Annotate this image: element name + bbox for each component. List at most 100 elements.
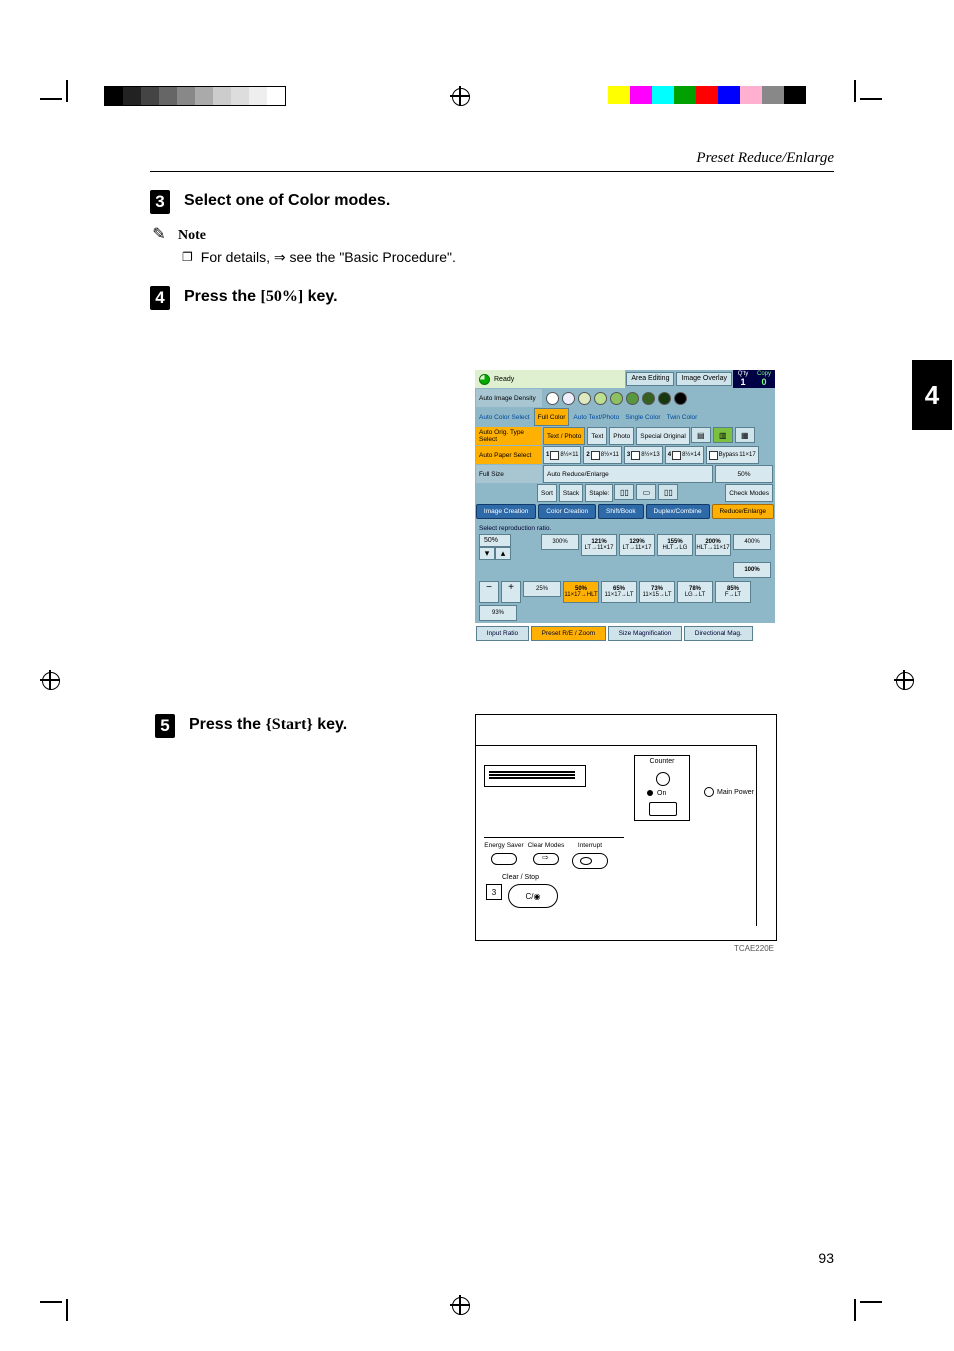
tab-shift-book[interactable]: Shift/Book xyxy=(598,504,644,519)
counter-label: Counter xyxy=(635,758,689,765)
ratio-300[interactable]: 300% xyxy=(541,534,579,550)
orig-text-photo[interactable]: Text / Photo xyxy=(543,427,585,445)
color-auto-text-photo[interactable]: Auto Text/Photo xyxy=(570,408,622,426)
ratio-121[interactable]: 121%LT→11×17 xyxy=(581,534,617,556)
ratio-spinner: 50% ▾ ▴ xyxy=(479,534,511,560)
reduce-enlarge-submodes: Input Ratio Preset R/E / Zoom Size Magni… xyxy=(476,626,774,641)
status-text: Ready xyxy=(494,376,514,383)
special-icon-1[interactable]: ▤ xyxy=(691,427,711,443)
clear-stop-label: Clear / Stop xyxy=(502,874,539,881)
clear-modes-button-icon: ⇨ xyxy=(533,853,559,865)
density-step-7[interactable] xyxy=(642,392,655,405)
registration-mark-left xyxy=(40,670,60,690)
tab-reduce-enlarge[interactable]: Reduce/Enlarge xyxy=(712,504,774,519)
auto-paper-select[interactable]: Auto Paper Select xyxy=(476,446,542,464)
ratio-spinner-up[interactable]: ▴ xyxy=(495,547,511,560)
interrupt-key[interactable]: Interrupt xyxy=(570,842,610,869)
staple-label: Staple: xyxy=(585,484,613,502)
page-number: 93 xyxy=(818,1250,834,1266)
ready-icon xyxy=(479,374,490,385)
ratio-100[interactable]: 100% xyxy=(733,562,771,578)
note-block: ✎ Note xyxy=(150,224,834,244)
orig-special[interactable]: Special Original xyxy=(636,427,690,445)
density-step-6[interactable] xyxy=(626,392,639,405)
color-twin-color[interactable]: Twin Color xyxy=(664,408,701,426)
submode-input-ratio[interactable]: Input Ratio xyxy=(476,626,529,641)
numpad-3-key[interactable]: 3 xyxy=(486,884,502,900)
staple-pos-1[interactable]: ▯▯ xyxy=(614,484,634,500)
step-4-text-before: Press the xyxy=(184,288,260,305)
staple-pos-2[interactable]: ▭ xyxy=(636,484,656,500)
tray-1[interactable]: 18½×11 xyxy=(543,446,581,464)
color-single-color[interactable]: Single Color xyxy=(622,408,663,426)
on-indicator: On xyxy=(647,790,666,797)
tab-image-creation[interactable]: Image Creation xyxy=(476,504,536,519)
special-icon-3[interactable]: ▦ xyxy=(735,427,755,443)
auto-orig-type-select[interactable]: Auto Orig. Type Select xyxy=(476,427,542,445)
ratio-85[interactable]: 85%F→LT xyxy=(715,581,751,603)
density-step-8[interactable] xyxy=(658,392,671,405)
step-5: 5 Press the {Start} key. xyxy=(155,714,465,738)
interrupt-button-icon xyxy=(572,853,608,869)
step-3: 3 Select one of Color modes. xyxy=(150,190,834,214)
submode-size-mag[interactable]: Size Magnification xyxy=(608,626,682,641)
grayscale-calibration-ramp xyxy=(104,86,286,106)
auto-color-select-label[interactable]: Auto Color Select xyxy=(476,408,533,426)
sort-button[interactable]: Sort xyxy=(537,484,557,502)
ratio-minus[interactable]: − xyxy=(479,581,499,603)
ratio-200[interactable]: 200%HLT→11×17 xyxy=(695,534,731,556)
current-ratio-display: 50% xyxy=(715,465,773,483)
density-step-2[interactable] xyxy=(562,392,575,405)
ratio-50[interactable]: 50%11×17→HLT xyxy=(563,581,599,603)
area-editing-button[interactable]: Area Editing xyxy=(626,372,674,386)
crop-mark-bottom-right xyxy=(848,1287,882,1321)
stack-button[interactable]: Stack xyxy=(559,484,583,502)
step-5-text-before: Press the xyxy=(189,716,265,733)
energy-saver-label: Energy Saver xyxy=(484,842,523,849)
ratio-25[interactable]: 25% xyxy=(523,581,561,597)
control-panel-illustration: Counter On Main Power Energy Saver Clear… xyxy=(475,714,777,941)
tab-color-creation[interactable]: Color Creation xyxy=(538,504,596,519)
density-scale[interactable] xyxy=(542,389,774,407)
ratio-73[interactable]: 73%11×15→LT xyxy=(639,581,675,603)
ratio-78[interactable]: 78%LG→LT xyxy=(677,581,713,603)
ratio-spinner-down[interactable]: ▾ xyxy=(479,547,495,560)
tray-bypass[interactable]: Bypass 11×17 xyxy=(706,446,759,464)
auto-reduce-enlarge[interactable]: Auto Reduce/Enlarge xyxy=(543,465,713,483)
qty-counter: Q'ty 1 xyxy=(733,370,753,388)
auto-image-density-button[interactable]: Auto Image Density xyxy=(476,389,542,407)
density-step-4[interactable] xyxy=(594,392,607,405)
figure-code: TCAE220E xyxy=(734,944,774,953)
ratio-400[interactable]: 400% xyxy=(733,534,771,550)
tray-2[interactable]: 28½×11 xyxy=(583,446,621,464)
staple-pos-3[interactable]: ▯▯ xyxy=(658,484,678,500)
step-4: 4 Press the [50%] key. xyxy=(150,286,834,310)
tray-4[interactable]: 48½×14 xyxy=(665,446,704,464)
softkey-50pct: [50%] xyxy=(260,288,303,305)
ratio-plus[interactable]: + xyxy=(501,581,521,603)
tab-duplex-combine[interactable]: Duplex/Combine xyxy=(646,504,710,519)
ratio-65[interactable]: 65%11×17→LT xyxy=(601,581,637,603)
ratio-93[interactable]: 93% xyxy=(479,605,517,621)
orig-text[interactable]: Text xyxy=(587,427,607,445)
color-full-color[interactable]: Full Color xyxy=(534,408,570,426)
density-step-9[interactable] xyxy=(674,392,687,405)
ratio-129[interactable]: 129%LT→11×17 xyxy=(619,534,655,556)
tray-3[interactable]: 38½×13 xyxy=(624,446,663,464)
density-step-5[interactable] xyxy=(610,392,623,405)
special-icon-2[interactable]: ▥ xyxy=(713,427,733,443)
clear-modes-key[interactable]: Clear Modes ⇨ xyxy=(526,842,566,865)
check-modes[interactable]: Check Modes xyxy=(725,484,773,502)
counter-key[interactable] xyxy=(649,802,677,816)
density-step-1[interactable] xyxy=(546,392,559,405)
submode-preset-re-zoom[interactable]: Preset R/E / Zoom xyxy=(531,626,606,641)
full-size[interactable]: Full Size xyxy=(476,465,542,483)
orig-photo[interactable]: Photo xyxy=(609,427,634,445)
submode-directional-mag[interactable]: Directional Mag. xyxy=(684,626,752,641)
energy-saver-key[interactable]: Energy Saver xyxy=(484,842,524,865)
density-step-3[interactable] xyxy=(578,392,591,405)
image-overlay-button[interactable]: Image Overlay xyxy=(676,372,732,386)
ratio-155[interactable]: 155%HLT→LG xyxy=(657,534,693,556)
counter-led-icon xyxy=(656,772,670,786)
clear-stop-key[interactable]: C/◉ xyxy=(508,884,558,908)
